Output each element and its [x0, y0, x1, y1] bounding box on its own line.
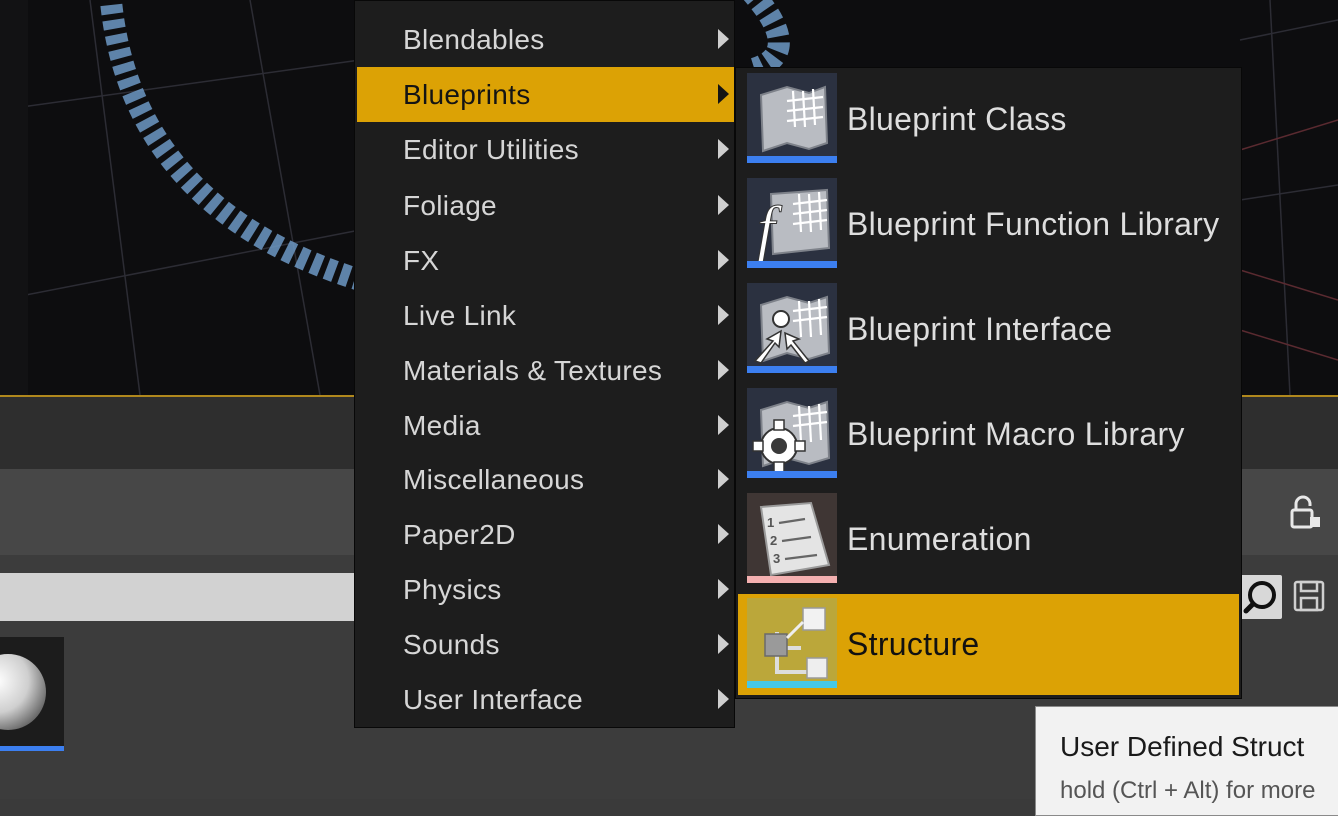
submenu-arrow-icon — [718, 579, 729, 599]
submenu-item-label: Blueprint Class — [847, 101, 1067, 137]
asset-type-strip — [747, 156, 837, 163]
submenu-item-blueprint-interface[interactable]: Blueprint Interface — [738, 279, 1239, 380]
menu-item-label: FX — [403, 245, 440, 276]
submenu-arrow-icon — [718, 139, 729, 159]
menu-item-foliage[interactable]: Foliage — [357, 178, 734, 233]
menu-item-label: Live Link — [403, 300, 517, 331]
asset-type-strip — [747, 471, 837, 478]
submenu-arrow-icon — [718, 360, 729, 380]
submenu-arrow-icon — [718, 84, 729, 104]
search-input[interactable] — [0, 573, 368, 621]
menu-item-materials-textures[interactable]: Materials & Textures — [357, 343, 734, 398]
menu-item-label: User Interface — [403, 684, 584, 715]
lock-icon[interactable] — [1288, 495, 1324, 531]
submenu-item-label: Blueprint Function Library — [847, 206, 1220, 242]
submenu-item-enumeration[interactable]: 1 2 3 Enumeration — [738, 489, 1239, 590]
asset-type-strip — [747, 261, 837, 268]
blueprint-interface-icon — [747, 283, 837, 373]
menu-item-physics[interactable]: Physics — [357, 562, 734, 617]
asset-type-strip — [747, 576, 837, 583]
submenu-item-label: Enumeration — [847, 521, 1032, 557]
submenu-arrow-icon — [718, 469, 729, 489]
tooltip: User Defined Struct hold (Ctrl + Alt) fo… — [1035, 706, 1338, 816]
menu-item-paper2d[interactable]: Paper2D — [357, 507, 734, 562]
submenu-item-blueprint-class[interactable]: Blueprint Class — [738, 69, 1239, 170]
submenu-arrow-icon — [718, 689, 729, 709]
submenu-arrow-icon — [718, 29, 729, 49]
svg-text:1: 1 — [767, 515, 774, 530]
menu-item-label: Blendables — [403, 24, 545, 55]
submenu-arrow-icon — [718, 305, 729, 325]
submenu-arrow-icon — [718, 415, 729, 435]
svg-text:3: 3 — [773, 551, 780, 566]
asset-type-strip — [0, 746, 64, 751]
submenu-item-label: Blueprint Interface — [847, 311, 1113, 347]
tooltip-hint: hold (Ctrl + Alt) for more — [1060, 777, 1316, 804]
menu-item-label: Physics — [403, 574, 502, 605]
blueprints-submenu: Blueprint Class f Blueprint Function Lib… — [735, 67, 1242, 699]
submenu-arrow-icon — [718, 195, 729, 215]
asset-type-strip — [747, 681, 837, 688]
menu-item-blueprints[interactable]: Blueprints — [357, 67, 734, 122]
structure-icon — [747, 598, 837, 688]
menu-item-label: Foliage — [403, 190, 497, 221]
menu-item-user-interface[interactable]: User Interface — [357, 672, 734, 727]
asset-type-strip — [747, 366, 837, 373]
menu-item-fx[interactable]: FX — [357, 233, 734, 288]
enumeration-icon: 1 2 3 — [747, 493, 837, 583]
menu-item-live-link[interactable]: Live Link — [357, 288, 734, 343]
svg-text:2: 2 — [770, 533, 777, 548]
submenu-item-blueprint-function-library[interactable]: f Blueprint Function Library — [738, 174, 1239, 275]
submenu-item-label: Structure — [847, 626, 980, 662]
submenu-item-blueprint-macro-library[interactable]: Blueprint Macro Library — [738, 384, 1239, 485]
submenu-item-label: Blueprint Macro Library — [847, 416, 1185, 452]
new-asset-category-menu: Blendables Blueprints Editor Utilities F… — [354, 0, 735, 728]
menu-item-editor-utilities[interactable]: Editor Utilities — [357, 122, 734, 177]
asset-thumbnail[interactable] — [0, 637, 64, 751]
menu-item-label: Materials & Textures — [403, 355, 663, 386]
submenu-arrow-icon — [718, 634, 729, 654]
menu-item-media[interactable]: Media — [357, 398, 734, 453]
menu-item-miscellaneous[interactable]: Miscellaneous — [357, 452, 734, 507]
menu-item-label: Paper2D — [403, 519, 516, 550]
menu-item-label: Blueprints — [403, 79, 531, 110]
menu-item-label: Editor Utilities — [403, 134, 579, 165]
submenu-item-structure[interactable]: Structure — [738, 594, 1239, 695]
submenu-arrow-icon — [718, 524, 729, 544]
tooltip-title: User Defined Struct — [1060, 731, 1305, 762]
menu-item-label: Miscellaneous — [403, 464, 585, 495]
menu-item-blendables[interactable]: Blendables — [357, 12, 734, 67]
blueprint-macro-library-icon — [747, 388, 837, 478]
blueprint-class-icon — [747, 73, 837, 163]
menu-item-label: Media — [403, 410, 481, 441]
save-icon[interactable] — [1292, 578, 1326, 614]
search-icon[interactable] — [1240, 575, 1282, 619]
submenu-arrow-icon — [718, 250, 729, 270]
blueprint-function-library-icon: f — [747, 178, 837, 268]
menu-item-sounds[interactable]: Sounds — [357, 617, 734, 672]
menu-item-label: Sounds — [403, 629, 500, 660]
